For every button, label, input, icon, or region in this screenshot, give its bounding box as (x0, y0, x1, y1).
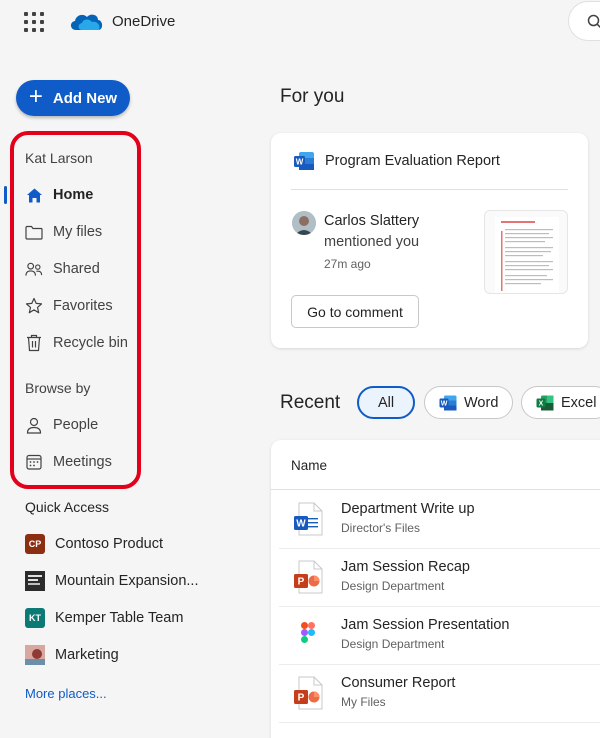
file-row[interactable]: Jam Session Presentation Design Departme… (279, 606, 600, 664)
person-name: Carlos Slattery (324, 213, 420, 229)
sidebar-item-my-files[interactable]: My files (25, 221, 102, 243)
app-title: OneDrive (112, 12, 176, 30)
site-badge: KT (25, 608, 45, 628)
filter-label: Excel (561, 394, 597, 411)
svg-text:P: P (298, 577, 305, 588)
sidebar-item-favorites[interactable]: Favorites (25, 295, 113, 317)
file-row[interactable]: P Jam Session Recap Design Department (279, 548, 600, 606)
people-icon (25, 260, 43, 278)
powerpoint-file-icon: P (293, 676, 323, 710)
sidebar-item-meetings[interactable]: Meetings (25, 451, 112, 473)
sidebar-item-home[interactable]: Home (25, 184, 93, 206)
folder-icon (25, 223, 43, 241)
card-doc-title-row[interactable]: W Program Evaluation Report (293, 151, 500, 171)
onedrive-cloud-icon (70, 14, 103, 30)
search-icon (587, 14, 600, 29)
recent-heading: Recent (280, 392, 341, 413)
browse-by-heading: Browse by (25, 380, 91, 396)
word-file-icon: W (293, 502, 323, 536)
document-thumbnail[interactable] (484, 210, 568, 294)
file-location: Director's Files (341, 521, 420, 535)
sidebar-item-shared[interactable]: Shared (25, 258, 100, 280)
file-location: Design Department (341, 637, 445, 651)
site-thumbnail (25, 645, 45, 665)
home-icon (25, 186, 43, 204)
site-badge: CP (25, 534, 45, 554)
quick-access-label: Kemper Table Team (55, 610, 184, 626)
sidebar-item-label: People (53, 417, 99, 433)
quick-access-label: Contoso Product (55, 536, 164, 552)
sidebar-item-recycle-bin[interactable]: Recycle bin (25, 332, 128, 354)
sidebar-item-label: Shared (53, 261, 100, 277)
add-new-button[interactable]: + Add New (16, 80, 130, 116)
quick-access-item[interactable]: KT Kemper Table Team (25, 607, 183, 629)
powerpoint-file-icon: P (293, 560, 323, 594)
sidebar-item-people[interactable]: People (25, 414, 98, 436)
excel-icon: X (536, 395, 554, 410)
filter-excel[interactable]: X Excel (521, 386, 600, 419)
divider (291, 189, 568, 190)
file-name: Consumer Report (341, 675, 456, 691)
sidebar-item-label: My files (53, 224, 103, 240)
doc-title: Program Evaluation Report (325, 153, 500, 169)
person-icon (25, 416, 43, 434)
quick-access-item[interactable]: Mountain Expansion... (25, 570, 198, 592)
sidebar-item-label: Meetings (53, 454, 112, 470)
divider (279, 722, 600, 723)
quick-access-item[interactable]: CP Contoso Product (25, 533, 163, 555)
star-icon (25, 297, 43, 315)
onedrive-logo[interactable]: OneDrive (68, 8, 175, 34)
file-location: Design Department (341, 579, 445, 593)
file-name: Department Write up (341, 501, 475, 517)
quick-access-heading: Quick Access (25, 499, 110, 515)
word-icon: W (294, 152, 314, 170)
filter-label: Word (464, 394, 499, 411)
go-to-comment-button[interactable]: Go to comment (291, 295, 419, 328)
svg-text:W: W (296, 158, 304, 167)
site-thumbnail (25, 571, 45, 591)
sidebar-item-label: Favorites (53, 298, 113, 314)
for-you-card[interactable]: W Program Evaluation Report Carlos Slatt… (271, 133, 588, 348)
plus-icon: + (28, 83, 43, 110)
file-row[interactable]: W Department Write up Director's Files (279, 490, 600, 548)
app-launcher-icon[interactable] (24, 12, 44, 32)
file-location: My Files (341, 695, 386, 709)
file-name: Jam Session Presentation (341, 617, 510, 633)
column-header-name[interactable]: Name (291, 458, 327, 473)
avatar (292, 211, 316, 235)
file-name: Jam Session Recap (341, 559, 470, 575)
svg-text:W: W (296, 519, 306, 530)
filter-label: All (378, 394, 395, 411)
file-row[interactable]: P Consumer Report My Files (279, 664, 600, 722)
filter-all[interactable]: All (357, 386, 416, 419)
user-name: Kat Larson (25, 150, 93, 166)
add-new-label: Add New (52, 89, 118, 107)
calendar-icon (25, 453, 43, 471)
quick-access-item[interactable]: Marketing (25, 644, 119, 666)
quick-access-label: Mountain Expansion... (55, 573, 199, 589)
timestamp: 27m ago (324, 257, 371, 271)
for-you-heading: For you (280, 86, 345, 107)
more-places-link[interactable]: More places... (25, 686, 107, 701)
svg-text:X: X (539, 400, 544, 407)
word-icon: W (439, 395, 457, 410)
search-button[interactable] (568, 1, 600, 41)
sidebar-item-label: Home (53, 187, 94, 203)
filter-word[interactable]: W Word (424, 386, 514, 419)
svg-text:P: P (298, 693, 305, 704)
trash-icon (25, 334, 43, 352)
svg-text:W: W (441, 400, 448, 407)
active-indicator (4, 186, 7, 204)
figma-file-icon (293, 618, 323, 652)
recent-files-list: Name W Department Write up Director's Fi… (271, 440, 600, 738)
quick-access-label: Marketing (55, 647, 119, 663)
mention-text: mentioned you (324, 234, 420, 250)
sidebar-item-label: Recycle bin (53, 335, 128, 351)
